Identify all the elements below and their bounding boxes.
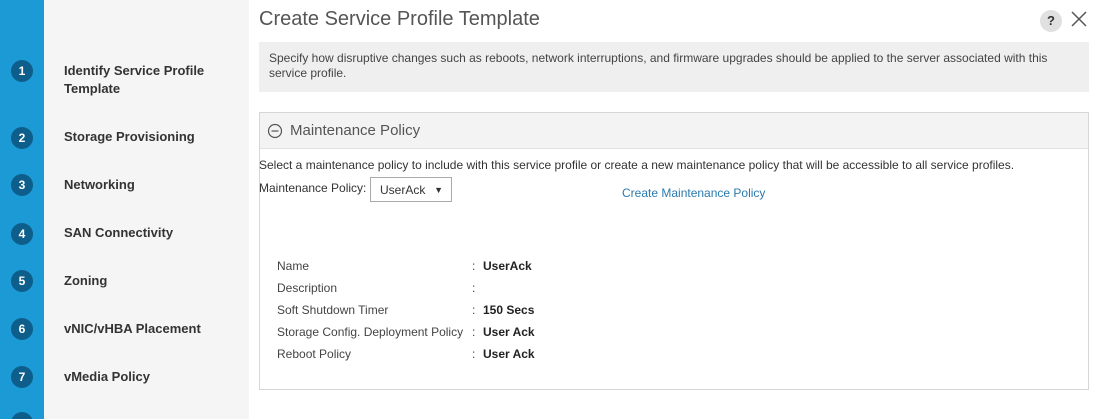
step-number-2: 2 [11,127,33,149]
panel-title: Maintenance Policy [290,122,421,139]
step-vnic-vhba-placement[interactable]: vNIC/vHBA Placement [64,320,239,338]
panel-header[interactable]: Maintenance Policy [260,113,1088,149]
property-label-soft-shutdown-timer: Soft Shutdown Timer [277,303,389,317]
property-separator: : [472,281,476,295]
step-number-7: 7 [11,366,33,388]
property-label-description: Description [277,281,338,295]
step-number-5: 5 [11,270,33,292]
info-banner: Specify how disruptive changes such as r… [259,42,1089,92]
step-vmedia-policy[interactable]: vMedia Policy [64,368,239,386]
page-title: Create Service Profile Template [259,8,540,30]
step-networking[interactable]: Networking [64,176,239,194]
property-separator: : [472,325,476,339]
property-label-reboot-policy: Reboot Policy [277,347,352,361]
dropdown-arrow-icon: ▼ [434,185,443,195]
help-button[interactable]: ? [1040,10,1062,32]
property-value-soft-shutdown-timer: 150 Secs [483,303,535,317]
step-number-3: 3 [11,174,33,196]
step-storage-provisioning[interactable]: Storage Provisioning [64,128,239,146]
property-separator: : [472,347,476,361]
step-number-4: 4 [11,223,33,245]
question-icon: ? [1047,13,1055,28]
step-san-connectivity[interactable]: SAN Connectivity [64,224,239,242]
property-value-reboot-policy: User Ack [483,347,535,361]
minus-circle-icon[interactable] [267,123,283,139]
maintenance-policy-panel: Maintenance Policy [259,112,1089,390]
property-separator: : [472,259,476,273]
info-text: Specify how disruptive changes such as r… [269,51,1048,80]
selected-policy-value: UserAck [380,183,426,197]
property-separator: : [472,303,476,317]
step-number-6: 6 [11,318,33,340]
step-identify-service-profile-template[interactable]: Identify Service Profile Template [64,62,239,98]
step-zoning[interactable]: Zoning [64,272,239,290]
panel-intro-text: Select a maintenance policy to include w… [259,158,1015,172]
property-label-name: Name [277,259,310,273]
property-value-name: UserAck [483,259,532,273]
close-icon [1071,11,1087,27]
property-label-storage-config: Storage Config. Deployment Policy [277,325,464,339]
create-maintenance-policy-link[interactable]: Create Maintenance Policy [622,186,765,200]
maintenance-policy-label: Maintenance Policy: [259,181,367,195]
close-button[interactable] [1070,9,1088,29]
maintenance-policy-select[interactable]: UserAck ▼ [370,177,452,202]
step-number-1: 1 [11,60,33,82]
property-value-storage-config: User Ack [483,325,535,339]
